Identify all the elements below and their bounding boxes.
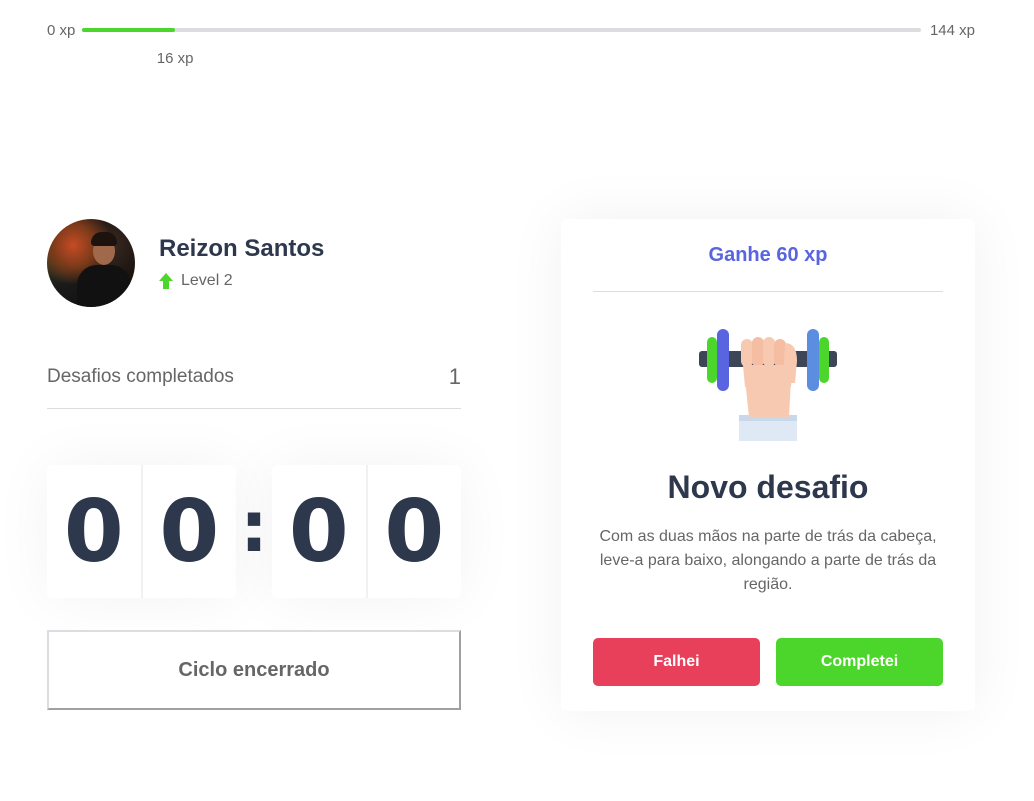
dumbbell-icon [697, 329, 839, 447]
second-digit-left: 0 [272, 465, 367, 598]
countdown: 0 0 : 0 0 [47, 465, 461, 598]
level-row: Level 2 [159, 272, 233, 290]
level-label: Level 2 [181, 272, 233, 289]
completed-challenges: Desafios completados 1 [47, 362, 461, 409]
complete-button[interactable]: Completei [776, 638, 943, 686]
completed-challenges-label: Desafios completados [47, 366, 234, 387]
xp-current-label: 16 xp [156, 50, 194, 67]
experience-bar: 0 xp 16 xp 144 xp [47, 20, 975, 67]
xp-track: 16 xp [82, 28, 921, 67]
challenge-description: Com as duas mãos na parte de trás da cab… [599, 528, 937, 593]
challenge-reward: Ganhe 60 xp [593, 219, 943, 292]
avatar [47, 219, 135, 307]
completed-challenges-count: 1 [448, 364, 461, 389]
minute-digit-right: 0 [141, 465, 237, 598]
level-up-arrow-icon [159, 273, 173, 289]
challenge-card: Ganhe 60 xp Novo desafio Com as duas mão… [561, 219, 975, 711]
seconds-box: 0 0 [272, 465, 461, 598]
minute-digit-left: 0 [47, 465, 142, 598]
countdown-separator: : [240, 485, 268, 568]
minutes-box: 0 0 [47, 465, 236, 598]
fail-button[interactable]: Falhei [593, 638, 760, 686]
profile-name: Reizon Santos [159, 235, 325, 262]
xp-progress-fill [82, 28, 176, 32]
challenge-title: Novo desafio [667, 469, 869, 505]
second-digit-right: 0 [366, 465, 462, 598]
xp-min-label: 0 xp [47, 22, 76, 39]
challenge-actions: Falhei Completei [593, 638, 943, 686]
profile: Reizon Santos Level 2 [47, 219, 461, 307]
cycle-ended-button[interactable]: Ciclo encerrado [47, 630, 461, 710]
xp-max-label: 144 xp [929, 22, 975, 39]
